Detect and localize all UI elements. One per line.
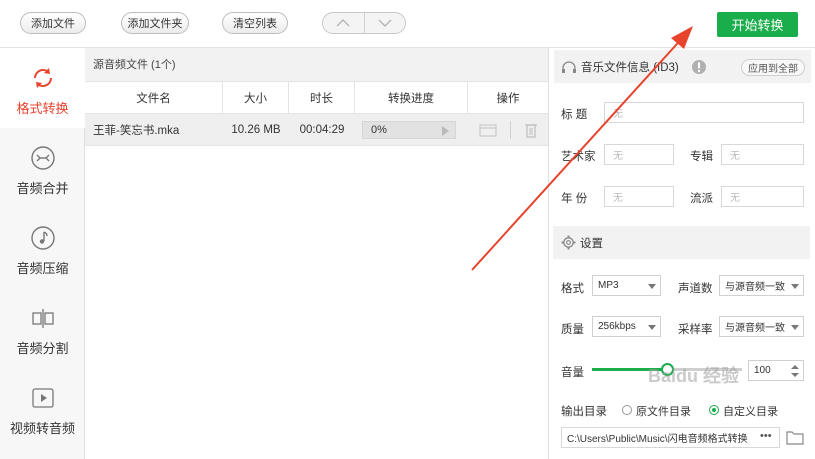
- genre-label: 流派: [690, 193, 713, 205]
- divider: [509, 120, 511, 139]
- watermark: Baidu 经验: [648, 366, 740, 386]
- format-select[interactable]: MP3: [592, 275, 661, 296]
- browse-button[interactable]: •••: [760, 430, 772, 442]
- settings-header: 设置: [553, 226, 810, 259]
- settings-title: 设置: [580, 237, 603, 250]
- format-value: MP3: [598, 280, 619, 291]
- sidebar-item-label: 格式转换: [16, 101, 69, 116]
- output-path-field[interactable]: C:\Users\Public\Music\闪电音频格式转换: [561, 427, 780, 448]
- column-header-name: 文件名: [85, 82, 223, 113]
- move-buttons: [322, 12, 406, 34]
- music-info-title: 音乐文件信息 (ID3): [581, 61, 679, 74]
- sidebar-item-video-to-audio[interactable]: 视频转音频: [0, 368, 85, 448]
- genre-field[interactable]: 无: [721, 186, 804, 207]
- radio-custom-dir[interactable]: [709, 405, 719, 415]
- channels-select[interactable]: 与源音频一致: [719, 275, 804, 296]
- file-name: 王菲-笑忘书.mka: [93, 124, 180, 137]
- album-label: 专辑: [690, 151, 713, 163]
- custom-dir-label: 自定义目录: [723, 406, 778, 418]
- open-folder-icon[interactable]: [786, 430, 804, 445]
- clear-list-button[interactable]: 清空列表: [222, 12, 288, 34]
- folder-icon[interactable]: [477, 114, 499, 145]
- quality-value: 256kbps: [598, 321, 636, 332]
- quality-label: 质量: [561, 324, 584, 336]
- delete-icon[interactable]: [520, 114, 542, 145]
- sidebar-item-audio-compress[interactable]: 音频压缩: [0, 208, 85, 288]
- info-warning-icon[interactable]: [691, 59, 707, 75]
- file-duration: 00:04:29: [299, 123, 345, 136]
- music-note-icon: [29, 224, 57, 252]
- column-header-actions: 操作: [496, 92, 520, 105]
- apply-all-button[interactable]: 应用到全部: [741, 59, 805, 76]
- table-header: 文件名 大小 时长 转换进度 操作: [85, 82, 548, 114]
- start-convert-button[interactable]: 开始转换: [717, 12, 798, 37]
- gear-icon: [561, 235, 576, 250]
- toolbar: 添加文件 添加文件夹 清空列表 开始转换: [0, 0, 815, 48]
- quality-select[interactable]: 256kbps: [592, 316, 661, 337]
- sidebar-item-label: 音频分割: [16, 341, 69, 356]
- progress-text: 0%: [371, 124, 387, 136]
- sidebar: 格式转换 音频合并 音频压缩 音频分割 视频转音频: [0, 48, 85, 459]
- column-header-size: 大小: [223, 82, 289, 113]
- year-field[interactable]: 无: [604, 186, 674, 207]
- title-field[interactable]: 无: [604, 102, 804, 123]
- volume-value: 100: [754, 365, 771, 376]
- chevron-up-icon: [336, 19, 350, 27]
- split-icon: [29, 304, 57, 332]
- channels-value: 与源音频一致: [725, 282, 785, 293]
- volume-label: 音量: [561, 367, 584, 379]
- refresh-icon: [29, 64, 57, 92]
- sidebar-item-audio-merge[interactable]: 音频合并: [0, 128, 85, 208]
- format-label: 格式: [561, 283, 584, 295]
- stepper-arrows-icon[interactable]: [791, 365, 799, 377]
- chevron-down-icon: [378, 19, 392, 27]
- dropdown-arrow-icon: [791, 284, 799, 289]
- merge-icon: [29, 144, 57, 172]
- sidebar-item-label: 音频合并: [16, 181, 69, 196]
- move-up-button[interactable]: [323, 13, 364, 33]
- dropdown-arrow-icon: [648, 284, 656, 289]
- artist-label: 艺术家: [561, 151, 596, 163]
- table-row[interactable]: 王菲-笑忘书.mka 10.26 MB 00:04:29 0%: [85, 114, 548, 146]
- file-size: 10.26 MB: [231, 123, 281, 136]
- album-field[interactable]: 无: [721, 144, 804, 165]
- output-dir-label: 输出目录: [561, 406, 607, 418]
- move-down-button[interactable]: [363, 13, 406, 33]
- play-icon: [29, 384, 57, 412]
- file-list-panel: 源音频文件 (1个) 文件名 大小 时长 转换进度 操作 王菲-笑忘书.mka …: [85, 48, 548, 459]
- volume-stepper[interactable]: 100: [748, 360, 804, 381]
- title-label: 标 题: [561, 109, 588, 121]
- add-file-button[interactable]: 添加文件: [20, 12, 86, 34]
- samplerate-label: 采样率: [678, 324, 713, 336]
- samplerate-select[interactable]: 与源音频一致: [719, 316, 804, 337]
- column-header-progress: 转换进度: [355, 82, 468, 113]
- samplerate-value: 与源音频一致: [725, 323, 785, 334]
- channels-label: 声道数: [678, 283, 713, 295]
- dropdown-arrow-icon: [791, 325, 799, 330]
- sidebar-item-label: 音频压缩: [16, 261, 69, 276]
- dropdown-arrow-icon: [648, 325, 656, 330]
- source-dir-label: 原文件目录: [636, 406, 691, 418]
- sidebar-item-label: 视频转音频: [9, 421, 75, 436]
- music-info-header: 音乐文件信息 (ID3) 应用到全部: [554, 50, 811, 83]
- year-label: 年 份: [561, 193, 588, 205]
- artist-field[interactable]: 无: [604, 144, 674, 165]
- conversion-progress-bar: 0%: [362, 121, 456, 139]
- sidebar-item-audio-split[interactable]: 音频分割: [0, 288, 85, 368]
- add-folder-button[interactable]: 添加文件夹: [121, 12, 189, 34]
- headphone-icon: [562, 60, 576, 73]
- sidebar-item-format-convert[interactable]: 格式转换: [0, 48, 85, 128]
- radio-source-dir[interactable]: [622, 405, 632, 415]
- file-list-title: 源音频文件 (1个): [85, 48, 548, 82]
- column-header-duration: 时长: [289, 82, 355, 113]
- play-icon: [442, 126, 449, 136]
